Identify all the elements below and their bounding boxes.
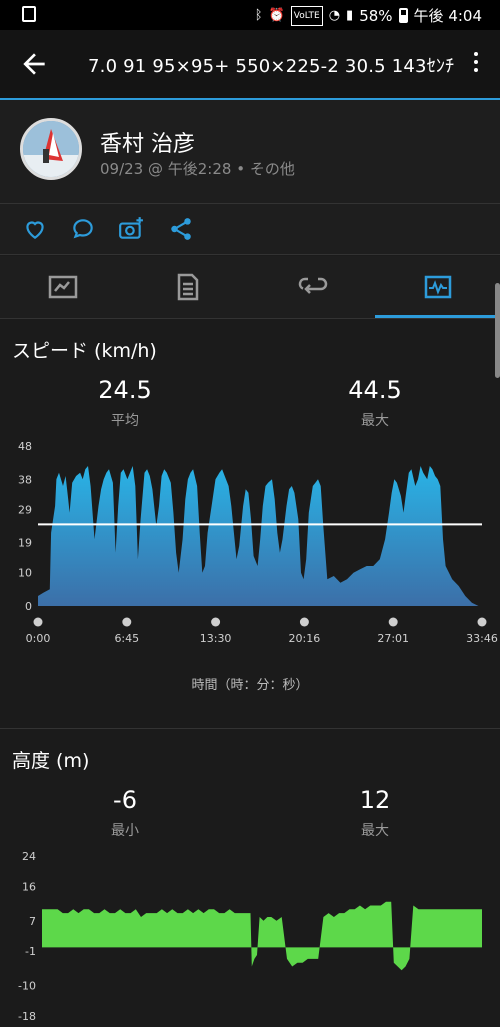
app-bar: 7.0 91 95×95+ 550×225-2 30.5 143ｾﾝﾁ [0, 30, 500, 100]
tab-charts[interactable] [375, 256, 500, 318]
speed-max-value: 44.5 [348, 376, 402, 404]
tab-details[interactable] [125, 256, 250, 318]
elevation-y-tick: -18 [18, 1010, 36, 1023]
alarm-icon: ⏰ [268, 7, 285, 23]
battery-percent: 58% [359, 6, 393, 25]
activity-owner: 香村 治彦 09/23 @ 午後2:28 • その他 [0, 100, 500, 203]
speed-y-tick: 29 [18, 503, 32, 516]
x-tick-dot [33, 617, 43, 627]
speed-y-tick: 10 [18, 567, 32, 580]
tab-laps[interactable] [250, 256, 375, 318]
signal-icon: ▮ [346, 7, 354, 23]
avatar[interactable] [20, 118, 82, 180]
speed-avg-label: 平均 [111, 413, 139, 429]
more-vertical-icon[interactable] [466, 48, 486, 80]
elevation-y-tick: 7 [29, 915, 36, 928]
elevation-y-tick: 16 [22, 880, 36, 893]
volte-icon: VoLTE [290, 5, 323, 26]
speed-max-label: 最大 [361, 413, 389, 429]
elevation-chart[interactable]: 24 16 7 -1 -10 -18 [0, 840, 500, 1027]
laps-icon [298, 277, 327, 294]
time-axis-caption: 時間（時：分：秒） [191, 678, 309, 693]
speed-x-tick: 33:46 [466, 632, 498, 645]
arrow-left-icon[interactable] [18, 48, 50, 80]
divider [0, 318, 500, 319]
speed-title: スピード (km/h) [12, 340, 157, 362]
speed-avg-value: 24.5 [98, 376, 152, 404]
speed-series-area [38, 466, 479, 606]
elevation-min-label: 最小 [111, 823, 139, 839]
elevation-y-tick: -10 [18, 980, 36, 993]
activity-meta: 09/23 @ 午後2:28 • その他 [100, 160, 295, 178]
speed-y-tick: 0 [25, 600, 32, 613]
divider [0, 254, 500, 255]
map-icon [48, 275, 77, 299]
status-bar: ᛒ ⏰ VoLTE ◔ ▮ 58% 午後 4:04 [0, 0, 500, 30]
action-bar [0, 204, 500, 254]
x-tick-dot [299, 617, 309, 627]
heart-icon[interactable] [22, 216, 48, 242]
clock: 午後 4:04 [413, 7, 482, 25]
notification-icon [22, 6, 36, 22]
scrollbar[interactable] [495, 283, 500, 378]
details-icon [177, 273, 198, 301]
charts-icon [424, 275, 451, 299]
speed-x-tick: 20:16 [289, 632, 321, 645]
status-icons: ᛒ ⏰ VoLTE ◔ ▮ 58% 午後 4:04 [255, 5, 482, 26]
speed-x-tick: 0:00 [26, 632, 51, 645]
speed-y-tick: 19 [18, 537, 32, 550]
elevation-title: 高度 (m) [12, 750, 90, 772]
x-tick-dot [211, 617, 221, 627]
tab-bar [0, 256, 500, 318]
add-photo-icon[interactable] [118, 216, 144, 242]
x-tick-dot [388, 617, 398, 627]
elevation-series-area [42, 901, 482, 971]
elevation-max-label: 最大 [361, 823, 389, 839]
speed-y-tick: 38 [18, 473, 32, 486]
speed-chart[interactable]: 0 10 19 29 38 48 0:00 6:45 13:30 20:16 27:01 33:46 [0, 430, 500, 660]
elevation-y-tick: -1 [25, 945, 36, 958]
elevation-min-value: -6 [113, 786, 137, 814]
x-tick-dot [477, 617, 487, 627]
speed-x-tick: 27:01 [377, 632, 409, 645]
elevation-y-tick: 24 [22, 850, 36, 863]
speed-x-tick: 6:45 [114, 632, 139, 645]
speed-y-tick: 48 [18, 440, 32, 453]
activity-title: 7.0 91 95×95+ 550×225-2 30.5 143ｾﾝﾁ [88, 56, 455, 77]
battery-icon [398, 8, 408, 23]
elevation-max-value: 12 [359, 786, 391, 814]
speed-x-tick: 13:30 [200, 632, 232, 645]
comment-icon[interactable] [70, 216, 96, 242]
user-name[interactable]: 香村 治彦 [100, 126, 195, 158]
share-icon[interactable] [168, 216, 194, 242]
x-tick-dot [122, 617, 132, 627]
bluetooth-icon: ᛒ [254, 7, 263, 23]
tab-map[interactable] [0, 256, 125, 318]
divider [0, 728, 500, 729]
wifi-icon: ◔ [328, 7, 341, 23]
